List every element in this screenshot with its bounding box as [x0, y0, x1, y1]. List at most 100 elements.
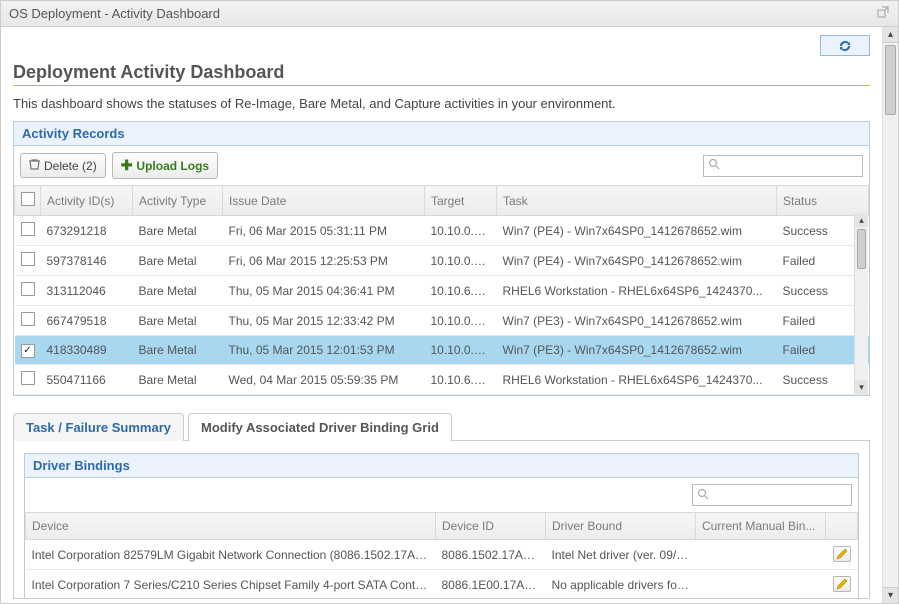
activity-scrollbar[interactable]: ▴ ▾ — [854, 213, 868, 394]
bindings-header-row: Device Device ID Driver Bound Current Ma… — [26, 513, 858, 540]
cell-task: Win7 (PE4) - Win7x64SP0_1412678652.wim — [497, 246, 777, 276]
refresh-icon — [837, 39, 853, 53]
bindings-grid: Device Device ID Driver Bound Current Ma… — [25, 512, 858, 599]
table-row[interactable]: 667479518Bare MetalThu, 05 Mar 2015 12:3… — [15, 306, 869, 336]
col-checkbox[interactable] — [15, 186, 41, 216]
cell-issue: Thu, 05 Mar 2015 04:36:41 PM — [223, 276, 425, 306]
checkbox-icon[interactable] — [21, 312, 35, 326]
edit-button[interactable] — [833, 546, 851, 562]
scroll-down-icon[interactable]: ▾ — [883, 587, 898, 603]
col-issue[interactable]: Issue Date — [223, 186, 425, 216]
cell-target: 10.10.0.142 — [425, 336, 497, 365]
scroll-down-icon[interactable]: ▾ — [855, 380, 868, 394]
cell-issue: Wed, 04 Mar 2015 05:59:35 PM — [223, 365, 425, 395]
cell-target: 10.10.0.142 — [425, 246, 497, 276]
cell-target: 10.10.6.149 — [425, 276, 497, 306]
table-row[interactable]: 550471166Bare MetalWed, 04 Mar 2015 05:5… — [15, 365, 869, 395]
cell-driver-bound: Intel Net driver (ver. 09/18 — [546, 540, 696, 570]
checkbox-icon[interactable] — [21, 371, 35, 385]
cell-type: Bare Metal — [133, 306, 223, 336]
col-status[interactable]: Status — [777, 186, 869, 216]
page-description: This dashboard shows the statuses of Re-… — [13, 96, 870, 111]
cell-id: 667479518 — [41, 306, 133, 336]
cell-id: 313112046 — [41, 276, 133, 306]
page-title: Deployment Activity Dashboard — [13, 62, 870, 83]
pencil-icon — [836, 578, 848, 590]
checkbox-icon[interactable] — [21, 222, 35, 236]
search-icon — [708, 158, 720, 173]
titlebar: OS Deployment - Activity Dashboard — [1, 1, 898, 27]
cell-device-id: 8086.1502.17AA.3 — [436, 540, 546, 570]
tabs: Task / Failure Summary Modify Associated… — [13, 412, 870, 441]
activity-grid: Activity ID(s) Activity Type Issue Date … — [14, 185, 869, 395]
col-driver-bound[interactable]: Driver Bound — [546, 513, 696, 540]
table-row[interactable]: Intel Corporation 82579LM Gigabit Networ… — [26, 540, 858, 570]
scroll-thumb[interactable] — [857, 229, 866, 269]
tab-modify[interactable]: Modify Associated Driver Binding Grid — [188, 413, 452, 441]
cell-id: 550471166 — [41, 365, 133, 395]
checkbox-icon[interactable] — [21, 192, 35, 206]
table-row[interactable]: 313112046Bare MetalThu, 05 Mar 2015 04:3… — [15, 276, 869, 306]
scroll-thumb[interactable] — [885, 45, 896, 115]
activity-panel-title: Activity Records — [14, 122, 869, 146]
scroll-up-icon[interactable]: ▴ — [883, 27, 898, 43]
search-icon — [697, 488, 709, 503]
activity-header-row: Activity ID(s) Activity Type Issue Date … — [15, 186, 869, 216]
delete-button[interactable]: Delete (2) — [20, 153, 106, 178]
cell-current — [696, 540, 826, 570]
divider — [13, 85, 870, 86]
cell-device: Intel Corporation 82579LM Gigabit Networ… — [26, 540, 436, 570]
col-device[interactable]: Device — [26, 513, 436, 540]
plus-icon: ✚ — [121, 157, 133, 174]
bindings-search[interactable] — [692, 484, 852, 506]
cell-id: 597378146 — [41, 246, 133, 276]
cell-issue: Fri, 06 Mar 2015 12:25:53 PM — [223, 246, 425, 276]
col-type[interactable]: Activity Type — [133, 186, 223, 216]
cell-type: Bare Metal — [133, 216, 223, 246]
edit-button[interactable] — [833, 576, 851, 592]
trash-icon — [29, 158, 40, 173]
cell-task: RHEL6 Workstation - RHEL6x64SP6_1424370.… — [497, 365, 777, 395]
col-current[interactable]: Current Manual Bin... — [696, 513, 826, 540]
pencil-icon — [836, 548, 848, 560]
activity-action-row: Delete (2) ✚ Upload Logs — [14, 146, 869, 185]
col-task[interactable]: Task — [497, 186, 777, 216]
col-target[interactable]: Target — [425, 186, 497, 216]
cell-issue: Thu, 05 Mar 2015 12:33:42 PM — [223, 306, 425, 336]
cell-type: Bare Metal — [133, 276, 223, 306]
bindings-action-row — [25, 478, 858, 512]
table-row[interactable]: 597378146Bare MetalFri, 06 Mar 2015 12:2… — [15, 246, 869, 276]
cell-current — [696, 570, 826, 599]
scroll-up-icon[interactable]: ▴ — [855, 213, 868, 227]
popout-icon[interactable] — [876, 5, 890, 22]
activity-grid-wrap: Activity ID(s) Activity Type Issue Date … — [14, 185, 869, 395]
table-row[interactable]: 673291218Bare MetalFri, 06 Mar 2015 05:3… — [15, 216, 869, 246]
bindings-search-input[interactable] — [713, 487, 847, 503]
table-row[interactable]: Intel Corporation 7 Series/C210 Series C… — [26, 570, 858, 599]
table-row[interactable]: ✓418330489Bare MetalThu, 05 Mar 2015 12:… — [15, 336, 869, 365]
cell-target: 10.10.0.142 — [425, 216, 497, 246]
cell-device-id: 8086.1E00.17AA.3 — [436, 570, 546, 599]
cell-target: 10.10.0.142 — [425, 306, 497, 336]
checkbox-icon[interactable] — [21, 282, 35, 296]
col-device-id[interactable]: Device ID — [436, 513, 546, 540]
cell-id: 418330489 — [41, 336, 133, 365]
col-actions — [826, 513, 858, 540]
bindings-panel-title: Driver Bindings — [25, 454, 858, 478]
cell-issue: Fri, 06 Mar 2015 05:31:11 PM — [223, 216, 425, 246]
activity-panel: Activity Records Delete (2) ✚ Upload Log… — [13, 121, 870, 396]
tab-summary[interactable]: Task / Failure Summary — [13, 413, 184, 441]
outer-scrollbar[interactable]: ▴ ▾ — [882, 27, 898, 603]
top-toolbar — [13, 35, 870, 56]
upload-logs-button[interactable]: ✚ Upload Logs — [112, 152, 218, 179]
checkbox-icon[interactable]: ✓ — [21, 344, 35, 358]
refresh-button[interactable] — [820, 35, 870, 56]
checkbox-icon[interactable] — [21, 252, 35, 266]
col-id[interactable]: Activity ID(s) — [41, 186, 133, 216]
activity-search-input[interactable] — [724, 158, 858, 174]
cell-task: Win7 (PE4) - Win7x64SP0_1412678652.wim — [497, 216, 777, 246]
cell-driver-bound: No applicable drivers foun — [546, 570, 696, 599]
cell-task: RHEL6 Workstation - RHEL6x64SP6_1424370.… — [497, 276, 777, 306]
activity-search[interactable] — [703, 155, 863, 177]
cell-task: Win7 (PE3) - Win7x64SP0_1412678652.wim — [497, 336, 777, 365]
